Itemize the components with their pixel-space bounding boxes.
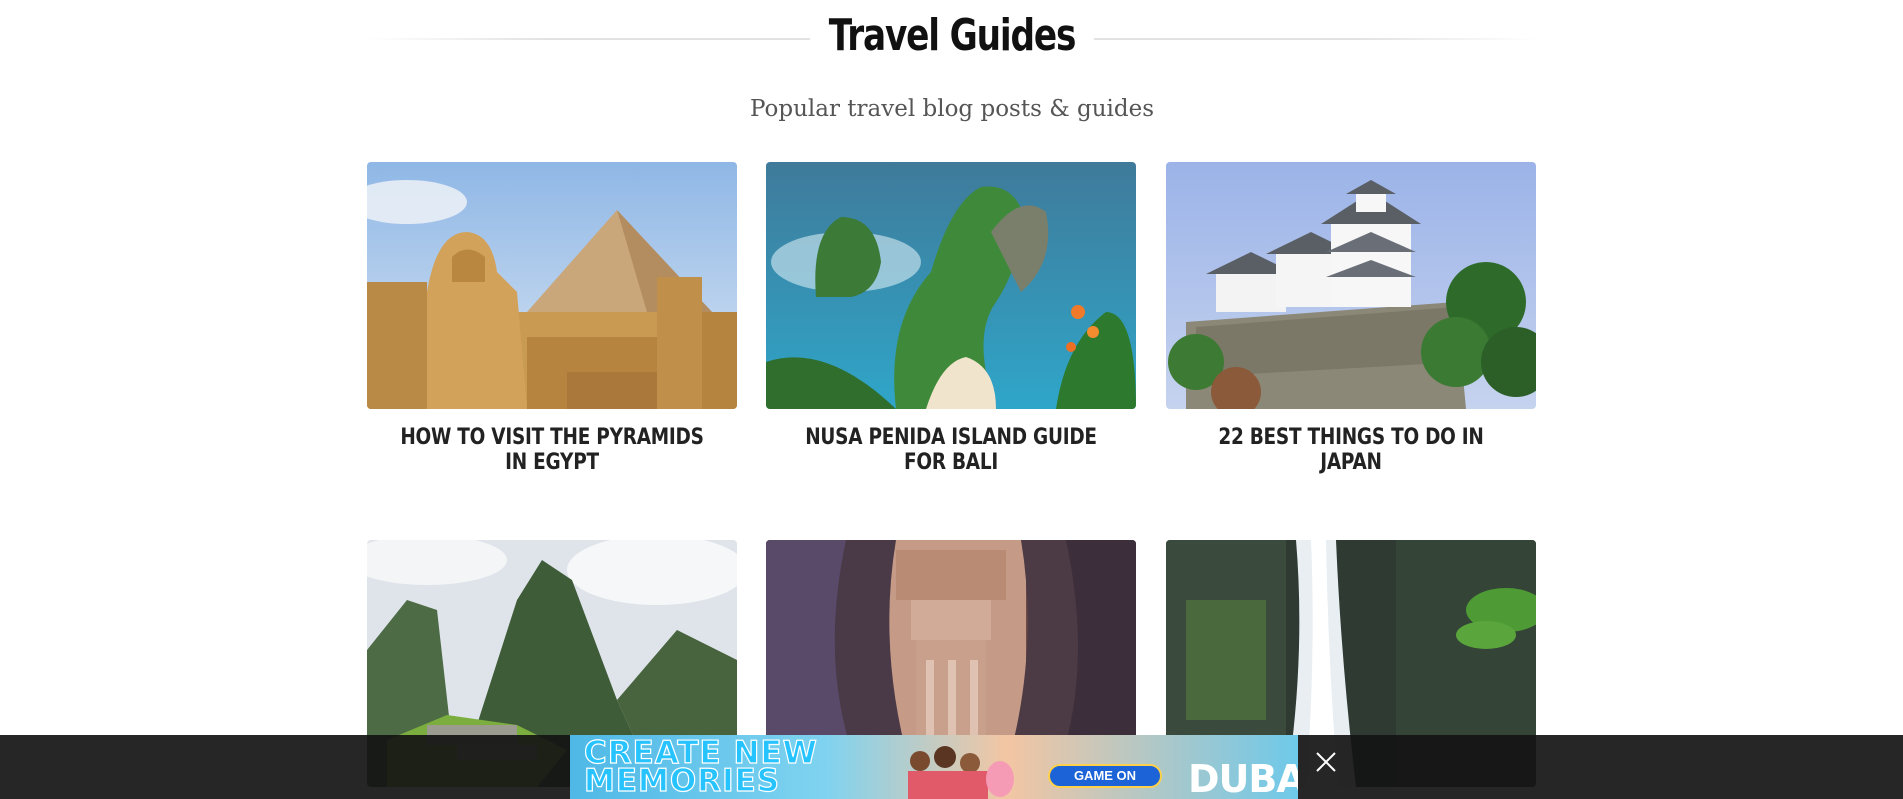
section-subtitle: Popular travel blog posts & guides — [749, 96, 1155, 122]
page: Travel Guides Popular travel blog posts … — [0, 0, 1903, 799]
guide-title-link[interactable]: 22 BEST THINGS TO DO IN JAPAN — [1196, 425, 1507, 475]
guide-image-pyramids[interactable] — [367, 162, 737, 409]
guide-card-egypt: HOW TO VISIT THE PYRAMIDS IN EGYPT — [367, 162, 737, 475]
ad-headline: CREATE NEW MEMORIES — [583, 735, 818, 799]
ad-banner[interactable]: CREATE NEW MEMORIES GAME ON DUBAI i — [570, 735, 1298, 799]
guide-card-japan: 22 BEST THINGS TO DO IN JAPAN — [1166, 162, 1536, 475]
ad-family-image — [908, 746, 1014, 799]
guide-image-himeji-castle[interactable] — [1166, 162, 1536, 409]
ad-brand-logo: DUBAI — [1188, 757, 1298, 799]
section-title: Travel Guides — [828, 10, 1077, 61]
guide-title-link[interactable]: NUSA PENIDA ISLAND GUIDE FOR BALI — [796, 425, 1107, 475]
guide-image-nusa-penida[interactable] — [766, 162, 1136, 409]
ad-cta-button[interactable]: GAME ON — [1048, 764, 1162, 788]
guide-title-link[interactable]: HOW TO VISIT THE PYRAMIDS IN EGYPT — [397, 425, 708, 475]
close-icon[interactable] — [1313, 749, 1339, 775]
sticky-ad-bar: CREATE NEW MEMORIES GAME ON DUBAI i — [0, 735, 1903, 799]
guide-card-bali: NUSA PENIDA ISLAND GUIDE FOR BALI — [766, 162, 1136, 475]
section-header: Travel Guides Popular travel blog posts … — [367, 10, 1537, 122]
